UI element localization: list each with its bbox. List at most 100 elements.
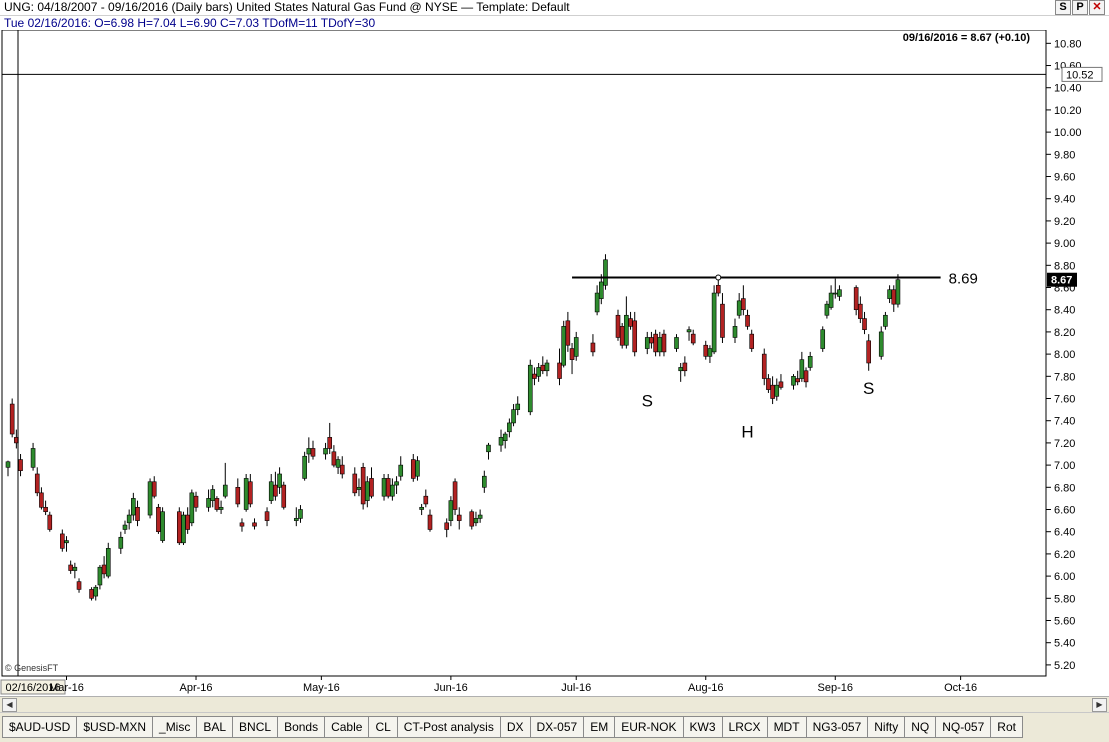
window-title-bar: UNG: 04/18/2007 - 09/16/2016 (Daily bars…	[0, 0, 1109, 16]
x-tick-label: Jun-16	[434, 682, 468, 694]
scroll-right-icon[interactable]: ▶	[1092, 698, 1107, 712]
y-tick-label: 9.80	[1054, 149, 1075, 161]
symbol-tab[interactable]: KW3	[683, 716, 723, 738]
candle-body	[791, 376, 796, 386]
candle-body	[482, 475, 487, 488]
x-tick-label: Aug-16	[688, 682, 723, 694]
close-button[interactable]: ✕	[1089, 0, 1105, 15]
candle-body	[678, 367, 683, 372]
horizontal-scrollbar[interactable]: ◀ ▶	[0, 696, 1109, 712]
y-axis: 10.8010.6010.4010.2010.009.809.609.409.2…	[1046, 38, 1103, 672]
symbol-tab[interactable]: EM	[584, 716, 616, 738]
candlestick-chart[interactable]: 8.69 S H S 09/16/2016 = 8.67 (+0.10) © Genesi…	[0, 30, 1109, 696]
symbol-tab[interactable]: Bonds	[278, 716, 326, 738]
candle-body	[502, 433, 508, 441]
candle-body	[774, 384, 780, 397]
candle-body	[657, 337, 663, 353]
candle-body	[895, 279, 901, 305]
candle-body	[302, 455, 307, 479]
candle-body	[615, 314, 621, 338]
candle-body	[573, 337, 579, 357]
candle-body	[131, 498, 136, 516]
candle-body	[189, 492, 195, 524]
candle-body	[557, 362, 562, 379]
y-tick-label: 7.20	[1054, 438, 1075, 450]
candle-body	[444, 522, 450, 530]
candle-body	[218, 506, 224, 510]
candle-body	[39, 492, 44, 508]
candle-body	[477, 514, 483, 519]
symbol-tab[interactable]: _Misc	[153, 716, 198, 738]
y-tick-label: 6.00	[1054, 571, 1075, 583]
candle-body	[565, 320, 571, 346]
price-chart[interactable]: 8.69 S H S 09/16/2016 = 8.67 (+0.10) © Genesi…	[0, 30, 1109, 696]
symbol-tab[interactable]: BNCL	[233, 716, 279, 738]
candle-body	[686, 329, 692, 333]
y-tick-label: 9.60	[1054, 172, 1075, 184]
symbol-tab[interactable]: Rot	[991, 716, 1023, 738]
symbol-tab[interactable]: NQ-057	[936, 716, 992, 738]
candle-body	[210, 489, 216, 501]
candle-body	[594, 292, 600, 313]
candle-body	[749, 333, 755, 349]
y-tick-label: 8.20	[1054, 327, 1075, 339]
candle-body	[540, 364, 546, 372]
candle-body	[866, 340, 871, 364]
symbol-tab[interactable]: Cable	[325, 716, 370, 738]
symbol-tab[interactable]: DX-057	[530, 716, 585, 738]
candle-body	[352, 473, 358, 494]
candle-body	[252, 522, 257, 527]
symbol-tab[interactable]: EUR-NOK	[615, 716, 684, 738]
candle-body	[222, 484, 228, 497]
symbol-tab[interactable]: NQ	[905, 716, 937, 738]
scroll-left-icon[interactable]: ◀	[2, 698, 17, 712]
p-button[interactable]: P	[1072, 0, 1088, 15]
symbol-tab[interactable]: $USD-MXN	[77, 716, 154, 738]
candle-body	[310, 448, 316, 457]
symbol-tab[interactable]: Nifty	[868, 716, 906, 738]
y-tick-label: 10.00	[1054, 127, 1082, 139]
candle-body	[47, 514, 53, 530]
symbol-tab[interactable]: DX	[500, 716, 531, 738]
symbol-tab[interactable]: CL	[369, 716, 398, 738]
candle-body	[327, 437, 333, 449]
candle-body	[214, 498, 220, 510]
symbol-tab[interactable]: CT-Post analysis	[397, 716, 501, 738]
candle-body	[807, 356, 813, 368]
candle-body	[181, 514, 186, 544]
s-button[interactable]: S	[1055, 0, 1071, 15]
candle-body	[891, 289, 897, 305]
candle-body	[193, 495, 199, 508]
candle-body	[243, 478, 249, 510]
pattern-annotation: S	[642, 391, 653, 410]
candle-body	[394, 481, 399, 486]
candle-body	[619, 326, 625, 346]
cursor-value-label: 10.52	[1066, 69, 1094, 81]
symbol-tab[interactable]: BAL	[197, 716, 234, 738]
candle-body	[820, 329, 826, 349]
y-tick-label: 9.40	[1054, 194, 1075, 206]
candle-body	[18, 459, 23, 471]
candle-body	[298, 509, 303, 519]
candle-body	[703, 344, 709, 357]
symbol-tab[interactable]: MDT	[767, 716, 807, 738]
candle-body	[419, 506, 424, 510]
candle-body	[118, 536, 124, 549]
candle-body	[72, 566, 78, 571]
candle-body	[644, 337, 650, 349]
candle-body	[745, 314, 750, 327]
candle-body	[135, 506, 140, 521]
candle-body	[536, 367, 541, 377]
candle-body	[30, 448, 36, 468]
symbol-tab[interactable]: LRCX	[722, 716, 768, 738]
symbol-tab[interactable]: $AUD-USD	[2, 716, 78, 738]
candle-body	[448, 500, 454, 521]
y-tick-label: 8.00	[1054, 349, 1075, 361]
symbol-tab[interactable]: NG3-057	[806, 716, 869, 738]
y-tick-label: 7.40	[1054, 416, 1075, 428]
candle-body	[390, 484, 395, 497]
y-tick-label: 7.80	[1054, 371, 1075, 383]
candle-body	[561, 326, 566, 366]
candle-body	[105, 548, 111, 577]
y-tick-label: 9.00	[1054, 238, 1075, 250]
